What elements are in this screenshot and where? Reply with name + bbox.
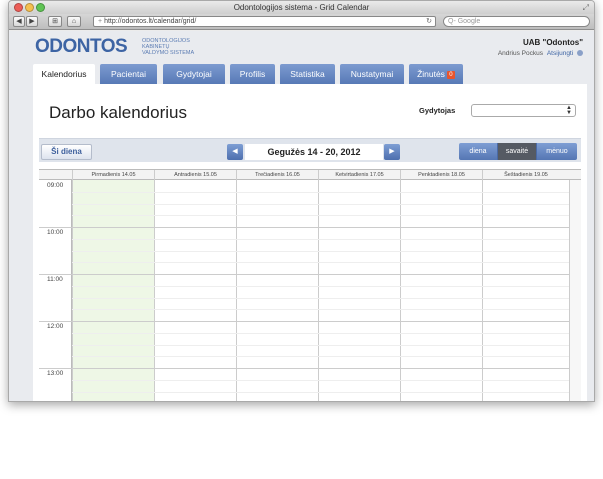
hour-line: [39, 274, 569, 275]
logout-link[interactable]: Atsijungti: [547, 50, 573, 57]
doctor-select[interactable]: ▲ ▼: [471, 104, 576, 117]
page-title: Darbo kalendorius: [49, 103, 187, 122]
time-label: 09:00: [47, 182, 64, 189]
tab-kalendorius[interactable]: Kalendorius: [33, 64, 95, 86]
logo-sub-line-3: VALDYMO SISTEMA: [142, 50, 195, 56]
slot-line: [72, 333, 569, 334]
slot-line: [72, 286, 569, 287]
window-titlebar: Odontologijos sistema - Grid Calendar ⤢: [9, 1, 594, 14]
user-name: Andrius Pockus: [497, 50, 543, 57]
slot-line: [72, 380, 569, 381]
address-bar[interactable]: + http://odontos.lt/calendar/grid/ ↻: [93, 16, 436, 27]
week-grid: Pirmadienis 14.05 Antradienis 15.05 Treč…: [39, 169, 581, 401]
today-button[interactable]: Ši diena: [41, 144, 92, 160]
day-header-friday: Penktadienis 18.05: [400, 170, 482, 180]
time-label: 10:00: [47, 229, 64, 236]
hour-line: [39, 368, 569, 369]
logo-subtitle: ODONTOLOGIJOS KABINETŲ VALDYMO SISTEMA: [142, 38, 194, 56]
grid-body: 09:00 10:00 11:00 12:00 13:00: [39, 180, 581, 401]
day-header-tuesday: Antradienis 15.05: [154, 170, 236, 180]
day-header-monday: Pirmadienis 14.05: [72, 170, 154, 180]
time-label: 13:00: [47, 370, 64, 377]
doctor-label: Gydytojas: [419, 106, 456, 115]
window-title: Odontologijos sistema - Grid Calendar: [233, 3, 370, 12]
tab-statistika[interactable]: Statistika: [280, 64, 335, 84]
fullscreen-icon[interactable]: ⤢: [583, 2, 589, 13]
odontos-logo[interactable]: ODONTOS: [35, 37, 128, 57]
time-label: 12:00: [47, 323, 64, 330]
slot-line: [72, 345, 569, 346]
slot-line: [72, 251, 569, 252]
tab-pacientai[interactable]: Pacientai: [100, 64, 157, 84]
select-arrows-icon: ▲ ▼: [566, 105, 572, 116]
slot-line: [72, 356, 569, 357]
grid-scrollbar[interactable]: [569, 180, 581, 401]
view-week-button[interactable]: savaitė: [498, 143, 537, 160]
search-input[interactable]: Q- Google: [443, 16, 590, 27]
next-week-button[interactable]: ▶: [384, 144, 400, 160]
forward-button[interactable]: ▶: [26, 16, 38, 27]
calendar-toolbar: Ši diena ◀ Gegužės 14 - 20, 2012 ▶ diena…: [39, 138, 581, 162]
view-day-button[interactable]: diena: [459, 143, 498, 160]
browser-toolbar: ◀ ▶ ⊞ ⌂ + http://odontos.lt/calendar/grid…: [9, 14, 594, 30]
tab-zinutes-label: Žinutės: [417, 69, 445, 79]
user-icon: [577, 50, 583, 56]
back-button[interactable]: ◀: [13, 16, 25, 27]
tab-gydytojai[interactable]: Gydytojai: [163, 64, 225, 84]
home-icon[interactable]: ⌂: [67, 16, 81, 27]
slot-line: [72, 215, 569, 216]
web-page: ODONTOS ODONTOLOGIJOS KABINETŲ VALDYMO S…: [9, 31, 594, 401]
slot-line: [72, 239, 569, 240]
user-info: Andrius Pockus Atsijungti: [498, 50, 583, 57]
tab-zinutes[interactable]: Žinutės 0: [409, 64, 463, 84]
slot-line: [72, 298, 569, 299]
time-label: 11:00: [47, 276, 63, 283]
top-sites-grid-icon[interactable]: ⊞: [48, 16, 62, 27]
hour-line: [39, 227, 569, 228]
view-month-button[interactable]: mėnuo: [537, 143, 577, 160]
day-header-saturday: Šeštadienis 19.05: [482, 170, 569, 180]
company-name: UAB "Odontos": [522, 38, 583, 47]
url-text: http://odontos.lt/calendar/grid/: [104, 18, 197, 25]
grid-header: Pirmadienis 14.05 Antradienis 15.05 Treč…: [39, 170, 581, 180]
minimize-window-button[interactable]: [25, 3, 34, 12]
slot-line: [72, 309, 569, 310]
tab-profilis[interactable]: Profilis: [230, 64, 275, 84]
prev-week-button[interactable]: ◀: [227, 144, 243, 160]
zoom-window-button[interactable]: [36, 3, 45, 12]
browser-window: Odontologijos sistema - Grid Calendar ⤢ …: [8, 0, 595, 402]
calendar-panel: Darbo kalendorius Gydytojas ▲ ▼ Ši diena …: [33, 84, 587, 401]
hour-line: [39, 321, 569, 322]
unread-count-badge: 0: [446, 71, 455, 79]
slot-line: [72, 392, 569, 393]
reload-icon[interactable]: ↻: [426, 17, 432, 26]
tab-nustatymai[interactable]: Nustatymai: [340, 64, 404, 84]
add-bookmark-icon[interactable]: +: [98, 18, 102, 25]
date-range: Gegužės 14 - 20, 2012: [245, 144, 383, 160]
day-header-thursday: Ketvirtadienis 17.05: [318, 170, 400, 180]
slot-line: [72, 192, 569, 193]
slot-line: [72, 262, 569, 263]
slot-line: [72, 204, 569, 205]
close-window-button[interactable]: [14, 3, 23, 12]
day-header-wednesday: Trečiadienis 16.05: [236, 170, 318, 180]
